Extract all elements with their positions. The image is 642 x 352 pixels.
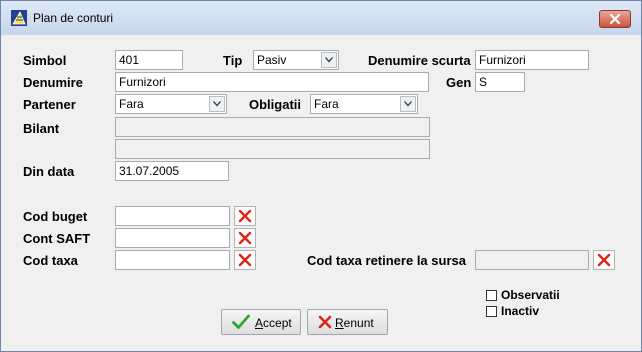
red-x-icon <box>318 315 332 329</box>
gen-label: Gen <box>446 75 472 90</box>
red-x-icon <box>597 253 611 267</box>
chevron-down-icon <box>213 101 221 107</box>
observatii-label: Observatii <box>501 288 560 302</box>
simbol-input[interactable]: 401 <box>115 50 183 70</box>
observatii-checkbox[interactable] <box>486 290 497 301</box>
inactiv-checkbox[interactable] <box>486 306 497 317</box>
inactiv-label: Inactiv <box>501 304 540 318</box>
tip-select[interactable]: Pasiv <box>253 50 339 70</box>
title-bar: Plan de conturi <box>1 1 641 35</box>
partener-dropdown-button[interactable] <box>209 96 225 112</box>
close-button[interactable] <box>599 10 631 28</box>
cod-taxa-retinere-input[interactable] <box>475 250 589 270</box>
red-x-icon <box>238 231 252 245</box>
denumire-label: Denumire <box>23 75 83 90</box>
red-x-icon <box>238 209 252 223</box>
bilant-input-2 <box>115 139 430 159</box>
cont-saft-input[interactable] <box>115 228 230 248</box>
din-data-input[interactable]: 31.07.2005 <box>115 161 229 181</box>
form-area: Simbol 401 Tip Pasiv Denumire scurta Fur… <box>9 35 633 343</box>
cod-buget-clear-button[interactable] <box>234 206 256 226</box>
obligatii-select-value: Fara <box>314 97 339 111</box>
partener-select-value: Fara <box>119 97 144 111</box>
cod-taxa-label: Cod taxa <box>23 253 78 268</box>
cod-buget-label: Cod buget <box>23 209 88 224</box>
bilant-label: Bilant <box>23 121 60 136</box>
tip-dropdown-button[interactable] <box>321 52 337 68</box>
denumire-scurta-label: Denumire scurta <box>368 53 471 68</box>
cod-taxa-retinere-label: Cod taxa retinere la sursa <box>307 253 466 268</box>
denumire-input[interactable]: Furnizori <box>115 72 429 92</box>
renunt-mnemonic: R <box>335 316 344 330</box>
renunt-label: enunt <box>343 316 374 330</box>
accept-button[interactable]: Accept <box>221 309 301 335</box>
obligatii-dropdown-button[interactable] <box>400 96 416 112</box>
chevron-down-icon <box>325 57 333 63</box>
close-icon <box>609 13 621 25</box>
plan-de-conturi-window: Plan de conturi Simbol 401 Tip Pasiv Den… <box>0 0 642 352</box>
renunt-button[interactable]: Renunt <box>307 309 388 335</box>
cod-taxa-clear-button[interactable] <box>234 250 256 270</box>
tip-select-value: Pasiv <box>257 53 287 67</box>
cod-buget-input[interactable] <box>115 206 230 226</box>
cont-saft-label: Cont SAFT <box>23 231 91 246</box>
cod-taxa-retinere-clear-button[interactable] <box>593 250 615 270</box>
simbol-label: Simbol <box>23 53 67 68</box>
red-x-icon <box>238 253 252 267</box>
window-title: Plan de conturi <box>33 11 114 25</box>
accept-label: ccept <box>263 316 292 330</box>
cod-taxa-input[interactable] <box>115 250 230 270</box>
gen-input[interactable]: S <box>475 72 525 92</box>
chevron-down-icon <box>404 101 412 107</box>
green-check-icon <box>232 314 250 329</box>
app-icon <box>11 10 27 26</box>
partener-select[interactable]: Fara <box>115 94 227 114</box>
partener-label: Partener <box>23 97 76 112</box>
cont-saft-clear-button[interactable] <box>234 228 256 248</box>
din-data-label: Din data <box>23 164 75 179</box>
denumire-scurta-input[interactable]: Furnizori <box>475 50 589 70</box>
accept-mnemonic: A <box>255 316 264 330</box>
bilant-input-1 <box>115 117 430 137</box>
obligatii-label: Obligatii <box>249 97 301 112</box>
obligatii-select[interactable]: Fara <box>310 94 418 114</box>
tip-label: Tip <box>223 53 243 68</box>
